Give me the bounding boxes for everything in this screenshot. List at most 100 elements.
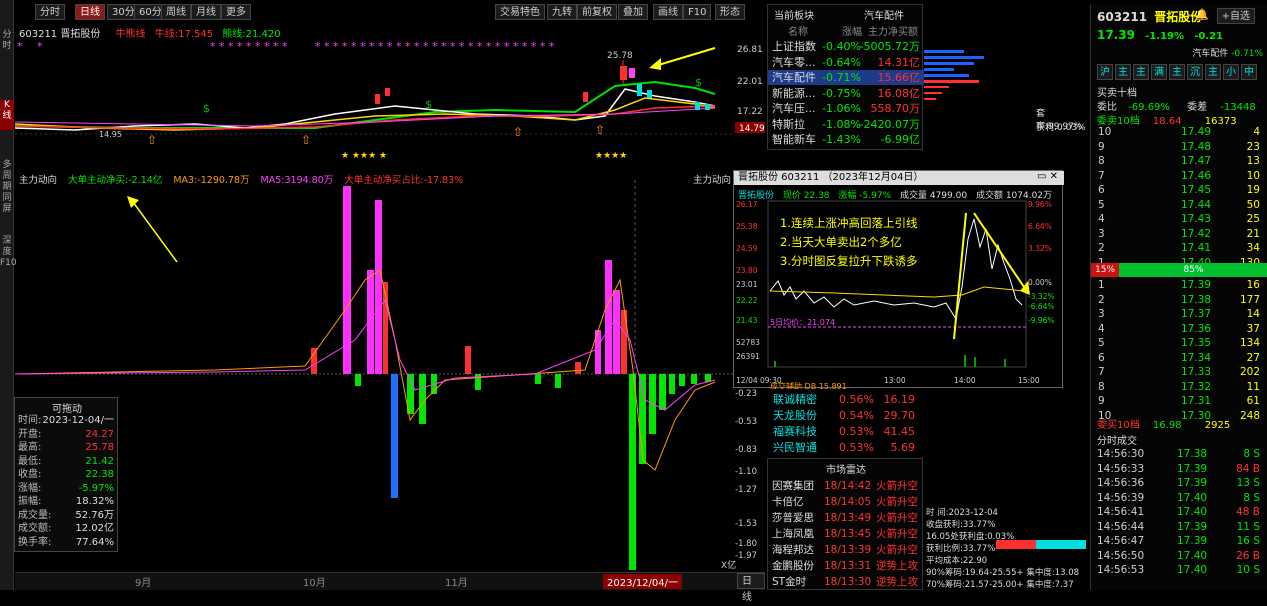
sell-level-row[interactable]: 6 17.45 19: [1091, 184, 1267, 198]
sector-change: 汽车配件 -0.71%: [1192, 49, 1263, 59]
buy-level-row[interactable]: 4 17.36 37: [1091, 323, 1267, 337]
tab-f10[interactable]: 深度F10: [0, 236, 17, 296]
popup-note-1: 1.连续上涨冲高回落上引线: [780, 216, 918, 230]
svg-text:*: *: [17, 40, 23, 53]
tab-multi-period[interactable]: 多周期同屏: [0, 160, 14, 220]
sector-row[interactable]: 汽车配件 -0.71% 15.66亿: [768, 70, 924, 85]
annotation-arrow-indicator: [132, 201, 178, 263]
draw-line-button[interactable]: 画线: [653, 4, 683, 20]
level-volume: 4: [1253, 126, 1260, 138]
draggable-info-box[interactable]: 可拖动 时间: 2023-12-04/一 开盘: 24.27 最高: 25.78 最低: 21…: [14, 397, 118, 552]
level-index: 2: [1098, 242, 1105, 254]
level-volume: 177: [1239, 293, 1260, 306]
popup-window-controls[interactable]: ▭ ✕: [1037, 171, 1058, 182]
sell-level-row[interactable]: 7 17.46 10: [1091, 170, 1267, 184]
radar-row[interactable]: 卡倍亿 18/14:05 火箭升空: [768, 495, 924, 510]
col-change: 涨幅: [842, 27, 862, 38]
svg-text:17.22: 17.22: [737, 107, 763, 117]
quote-tab[interactable]: 满: [1151, 64, 1167, 80]
trade-volume: 11 S: [1236, 520, 1260, 533]
float-row-label: 时间:: [18, 415, 42, 426]
buy-level-row[interactable]: 6 17.34 27: [1091, 352, 1267, 366]
sell-level-row[interactable]: 3 17.42 21: [1091, 228, 1267, 242]
svg-text:⇧: ⇧: [595, 123, 605, 137]
quote-tab[interactable]: 主: [1115, 64, 1131, 80]
svg-text:0.00%: 0.00%: [1028, 278, 1052, 287]
tab-kline[interactable]: K线: [0, 100, 14, 130]
quote-tab[interactable]: 主: [1133, 64, 1149, 80]
float-row-label: 收盘:: [18, 469, 42, 480]
radar-stock: 上海凤凰: [772, 528, 814, 540]
stock-row[interactable]: 兴民智通 0.53% 5.69: [767, 440, 923, 455]
radar-row[interactable]: 海程邦达 18/13:39 火箭升空: [768, 543, 924, 558]
main-force-indicator[interactable]: 主力动向 大单主动净买:-2.14亿 MA3:-1290.78万 MA5:319…: [15, 170, 765, 570]
level-index: 4: [1098, 213, 1105, 225]
period-more[interactable]: 更多: [221, 4, 251, 20]
tab-intraday[interactable]: 分时: [0, 30, 14, 58]
buy-level-row[interactable]: 3 17.37 14: [1091, 308, 1267, 322]
trade-price: 17.39: [1177, 462, 1208, 475]
sell-level-row[interactable]: 2 17.41 34: [1091, 242, 1267, 256]
sell-level-row[interactable]: 9 17.48 23: [1091, 141, 1267, 155]
stock-row[interactable]: 福赛科技 0.53% 41.45: [767, 424, 923, 439]
period-monthly[interactable]: 月线: [191, 4, 221, 20]
quote-tab[interactable]: 沪: [1097, 64, 1113, 80]
trade-feature-button[interactable]: 交易特色: [495, 4, 545, 20]
svg-text:21.43: 21.43: [736, 316, 758, 325]
pattern-button[interactable]: 形态: [715, 4, 745, 20]
radar-row[interactable]: 金鹏股份 18/13:31 逆势上攻: [768, 559, 924, 574]
buy-level-row[interactable]: 8 17.32 11: [1091, 381, 1267, 395]
sell-level-row[interactable]: 10 17.49 4: [1091, 126, 1267, 140]
stock-row[interactable]: 天龙股份 0.54% 29.70: [767, 408, 923, 423]
sector-row[interactable]: 汽车压... -1.06% 558.70万: [768, 101, 924, 116]
quote-tab[interactable]: 主: [1169, 64, 1185, 80]
quote-tab[interactable]: 小: [1223, 64, 1239, 80]
bell-icon[interactable]: 🔔: [1195, 8, 1209, 21]
sell-level-row[interactable]: 8 17.47 13: [1091, 155, 1267, 169]
buy-level-row[interactable]: 5 17.35 134: [1091, 337, 1267, 351]
sector-row[interactable]: 上证指数 -0.40% -5005.72万: [768, 39, 924, 54]
level-price: 17.49: [1180, 126, 1211, 138]
quote-tab[interactable]: 中: [1241, 64, 1257, 80]
popup-note-3: 3.分时图反复拉升下跌诱多: [780, 254, 918, 268]
sector-net-buy: 15.66亿: [877, 71, 921, 84]
stock-row[interactable]: 联诚精密 0.56% 16.19: [767, 392, 923, 407]
daily-button[interactable]: 日线: [737, 573, 765, 603]
level-volume: 50: [1246, 198, 1260, 211]
period-intraday[interactable]: 分时: [35, 4, 65, 20]
float-row: 振幅: 18.32%: [18, 495, 114, 508]
buy-level-row[interactable]: 7 17.33 202: [1091, 366, 1267, 380]
quote-tab[interactable]: 主: [1205, 64, 1221, 80]
price-change-amt: -0.21: [1194, 31, 1224, 42]
bottom-time-axis: 9月 10月 11月 2023/12/04/一 日线: [15, 572, 765, 603]
buy-level-row[interactable]: 1 17.39 16: [1091, 279, 1267, 293]
sector-row[interactable]: 汽车零... -0.64% 14.31亿: [768, 55, 924, 70]
overlay-button[interactable]: 叠加: [618, 4, 648, 20]
market-radar: 市场雷达 因赛集团 18/14:42 火箭升空 卡倍亿 18/14:05 火箭升空 莎普爱思…: [767, 458, 923, 590]
f10-button[interactable]: F10: [683, 4, 712, 20]
buy-level-row[interactable]: 2 17.38 177: [1091, 294, 1267, 308]
level-volume: 248: [1239, 409, 1260, 422]
sell-level-row[interactable]: 5 17.44 50: [1091, 199, 1267, 213]
buy-level-row[interactable]: 9 17.31 61: [1091, 395, 1267, 409]
float-row-label: 最低:: [18, 455, 42, 467]
radar-row[interactable]: ST金时 18/13:30 逆势上攻: [768, 575, 924, 590]
sell-level-row[interactable]: 4 17.43 25: [1091, 213, 1267, 227]
radar-row[interactable]: 因赛集团 18/14:42 火箭升空: [768, 479, 924, 494]
period-weekly[interactable]: 周线: [161, 4, 191, 20]
period-daily[interactable]: 日线: [75, 4, 105, 20]
stock-name: 兴民智通: [773, 441, 817, 454]
quote-tab[interactable]: 沉: [1187, 64, 1203, 80]
sector-row[interactable]: 新能源... -0.75% 16.08亿: [768, 86, 924, 101]
add-watchlist-button[interactable]: +自选: [1216, 8, 1255, 24]
radar-row[interactable]: 上海凤凰 18/13:45 火箭升空: [768, 527, 924, 542]
sector-row[interactable]: 智能新车 -1.43% -6.99亿: [768, 132, 924, 147]
radar-row[interactable]: 莎普爱思 18/13:49 火箭升空: [768, 511, 924, 526]
intraday-popup[interactable]: 晋拓股份 603211 （2023年12月04日） ▭ ✕ 晋拓股份 现价 22…: [733, 170, 1064, 389]
forward-adjust-button[interactable]: 前复权: [577, 4, 617, 20]
sector-row[interactable]: 特斯拉 -1.08% -2420.07万: [768, 117, 924, 132]
kline-chart[interactable]: 603211 晋拓股份 牛熊线 牛线:17.545 熊线:21.420 * * *…: [15, 24, 765, 174]
svg-text:-1.80: -1.80: [735, 539, 757, 549]
nine-turn-button[interactable]: 九转: [547, 4, 577, 20]
float-row-value: 21.42: [85, 455, 114, 467]
